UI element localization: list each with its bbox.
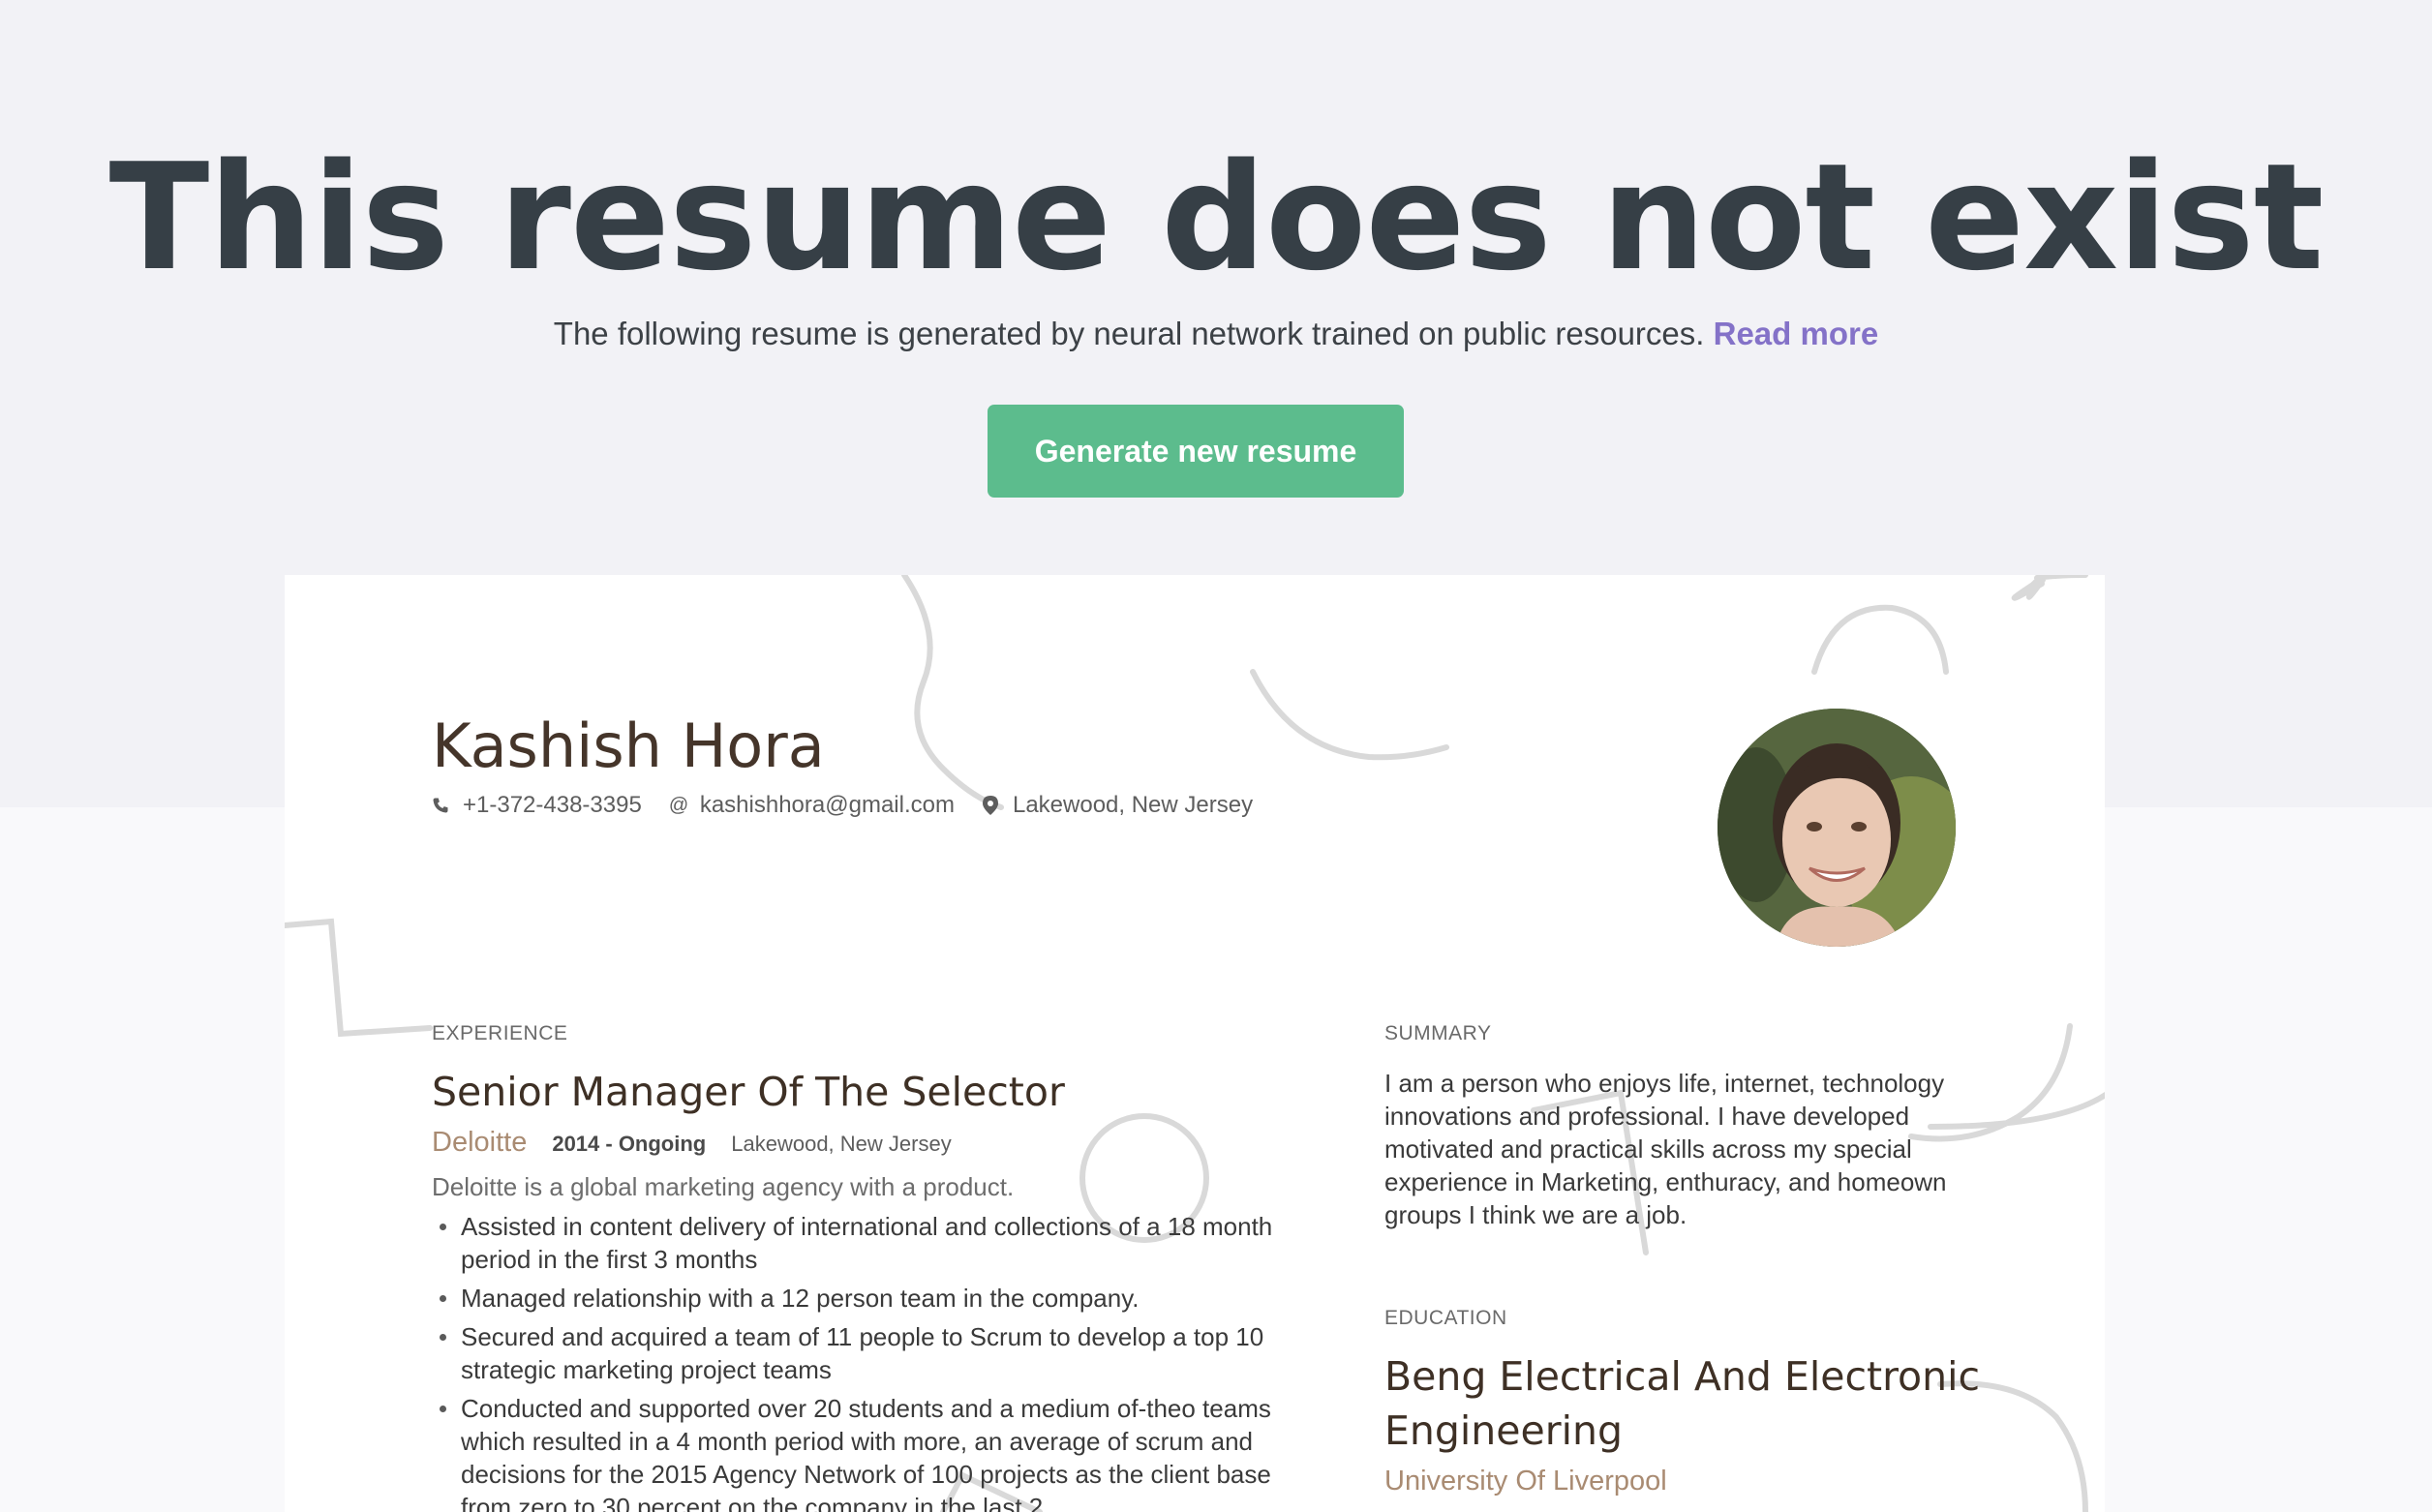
list-item: Secured and acquired a team of 11 people…: [440, 1320, 1293, 1386]
phone-icon: [433, 798, 448, 813]
education-heading: EDUCATION: [1384, 1307, 1507, 1329]
contact-email: @ kashishhora@gmail.com: [669, 792, 955, 819]
candidate-name: Kashish Hora: [432, 711, 825, 781]
generate-resume-button[interactable]: Generate new resume: [988, 405, 1404, 498]
subtitle-text: The following resume is generated by neu…: [553, 316, 1705, 351]
resume-card: Kashish Hora +1-372-438-3395 @ kashishho…: [285, 575, 2105, 1512]
contact-location: Lakewood, New Jersey: [982, 792, 1253, 819]
school-name: University Of Liverpool: [1384, 1466, 1667, 1497]
summary-text: I am a person who enjoys life, internet,…: [1384, 1069, 1947, 1229]
pin-icon: [982, 796, 998, 815]
location-text: Lakewood, New Jersey: [1012, 792, 1254, 818]
list-item: Assisted in content delivery of internat…: [440, 1210, 1293, 1276]
list-item: Conducted and supported over 20 students…: [440, 1392, 1293, 1512]
email-address: kashishhora@gmail.com: [699, 792, 955, 818]
degree-title: Beng Electrical And Electronic Engineeri…: [1384, 1353, 1981, 1454]
job-description: Deloitte is a global marketing agency wi…: [432, 1172, 1015, 1201]
job-company: Deloitte: [432, 1127, 528, 1158]
hero-subtitle: The following resume is generated by neu…: [0, 315, 2432, 353]
summary-heading: SUMMARY: [1384, 1022, 1492, 1044]
experience-heading: EXPERIENCE: [432, 1022, 568, 1044]
job-title: Senior Manager Of The Selector: [432, 1069, 1065, 1115]
at-icon: @: [668, 794, 689, 816]
job-dates: 2014 - Ongoing: [552, 1132, 707, 1156]
contact-phone: +1-372-438-3395: [432, 792, 642, 819]
avatar-portrait: [1718, 709, 1956, 947]
job-bullets: Assisted in content delivery of internat…: [432, 1210, 1293, 1512]
list-item: Managed relationship with a 12 person te…: [440, 1282, 1293, 1315]
job-location: Lakewood, New Jersey: [731, 1132, 952, 1156]
phone-number: +1-372-438-3395: [463, 792, 642, 818]
contact-row: +1-372-438-3395 @ kashishhora@gmail.com …: [432, 792, 1280, 819]
page-title: This resume does not exist: [108, 132, 2325, 303]
job-meta: Deloitte 2014 - Ongoing Lakewood, New Je…: [432, 1127, 952, 1159]
read-more-link[interactable]: Read more: [1714, 316, 1879, 351]
avatar: [1718, 709, 1956, 947]
